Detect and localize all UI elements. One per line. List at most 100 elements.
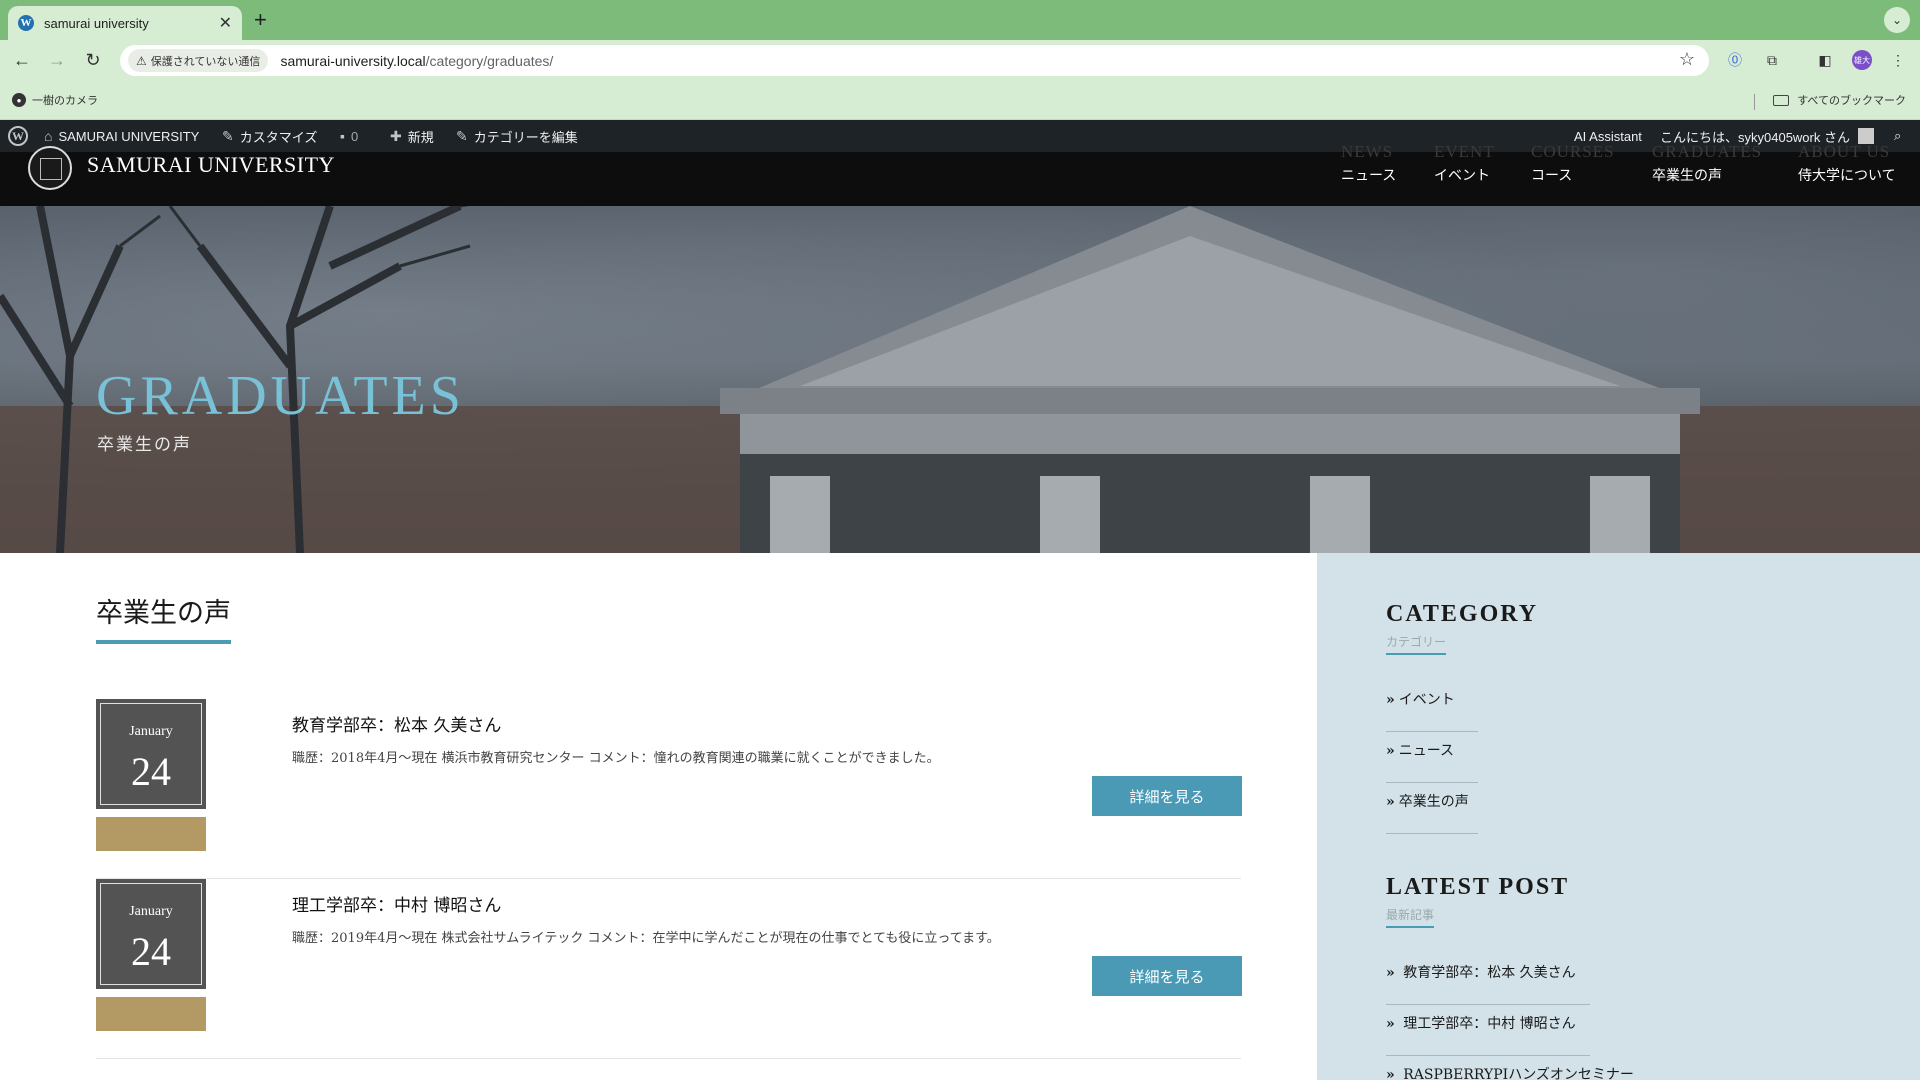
wp-admin-bar: W ⌂ SAMURAI UNIVERSITY ✎ カスタマイズ ▪ 0 ✚ 新規… (0, 120, 1920, 152)
nav-about-ja: 侍大学について (1798, 168, 1896, 184)
hero-subtitle: 卒業生の声 (97, 435, 192, 455)
chevron-right-icon: » (1386, 1016, 1395, 1032)
hero-title: GRADUATES (96, 365, 465, 427)
nav-courses-en: COURSES (1531, 142, 1615, 161)
post-title[interactable]: 教育学部卒：松本 久美さん (292, 711, 501, 736)
page-title: 卒業生の声 (96, 591, 231, 644)
admin-new-link[interactable]: ✚ 新規 (390, 120, 434, 152)
plus-icon: ✚ (390, 127, 402, 144)
sidebar-category-event[interactable]: » イベント (1386, 689, 1478, 732)
main-content: 卒業生の声 January 24 教育学部卒：松本 久美さん 職歴：2018年4… (0, 553, 1317, 1080)
site-name[interactable]: SAMURAI UNIVERSITY (87, 152, 335, 178)
sidebar-latest-post[interactable]: » RASPBERRYPIハンズオンセミナー (1386, 1064, 1686, 1080)
nav-news-ja: ニュース (1341, 168, 1397, 184)
post-date-box: January 24 (96, 699, 206, 809)
comment-icon: ▪ (340, 128, 345, 144)
url-host: samurai-university.local (280, 52, 426, 69)
tab-search-chevron-icon[interactable]: ⌄ (1884, 7, 1910, 33)
extensions-puzzle-icon[interactable]: ⧉ (1762, 50, 1782, 70)
security-chip[interactable]: ⚠ 保護されていない通信 (128, 49, 269, 72)
university-crest-logo[interactable] (28, 146, 72, 190)
pencil-icon: ✎ (456, 127, 468, 144)
warning-icon: ⚠ (136, 53, 147, 68)
category-label: 卒業生の声 (1398, 794, 1469, 810)
password-manager-icon[interactable]: ⓪ (1725, 50, 1745, 70)
post-title[interactable]: 理工学部卒：中村 博昭さん (292, 891, 501, 916)
bookmark-item[interactable]: ● 一樹のカメラ (12, 92, 98, 108)
bookmark-favicon-icon: ● (12, 93, 26, 107)
all-bookmarks-label: すべてのブックマーク (1797, 95, 1906, 107)
category-widget-subtitle: カテゴリー (1386, 633, 1447, 655)
admin-customize-link[interactable]: ✎ カスタマイズ (222, 120, 317, 152)
admin-site-name: SAMURAI UNIVERSITY (58, 128, 200, 144)
latest-post-label: 理工学部卒：中村 博昭さん (1403, 1016, 1576, 1032)
nav-news[interactable]: NEWS ニュース (1341, 142, 1396, 185)
post-date-month: January (129, 724, 173, 739)
bookmarks-bar: ● 一樹のカメラ すべてのブックマーク (0, 80, 1920, 120)
nav-courses[interactable]: COURSES コース (1531, 142, 1615, 185)
brush-icon: ✎ (222, 127, 234, 144)
more-menu-icon[interactable]: ⋮ (1888, 50, 1908, 70)
nav-graduates-en: GRADUATES (1652, 142, 1763, 161)
nav-event-ja: イベント (1434, 168, 1490, 184)
post-date-inner: January 24 (100, 883, 202, 985)
customize-label: カスタマイズ (239, 129, 318, 145)
nav-news-en: NEWS (1341, 142, 1394, 161)
latest-widget-subtitle: 最新記事 (1386, 906, 1435, 928)
sidebar: CATEGORY カテゴリー » イベント » ニュース » 卒業生の声 LATEST… (1317, 553, 1920, 1080)
url-text[interactable]: samurai-university.local/category/gradua… (280, 53, 553, 69)
nav-about[interactable]: ABOUT US 侍大学について (1798, 142, 1896, 185)
latest-post-label: RASPBERRYPIハンズオンセミナー (1403, 1067, 1634, 1080)
security-label: 保護されていない通信 (150, 55, 261, 68)
close-tab-icon[interactable]: ✕ (219, 13, 232, 33)
post-category-tag (96, 817, 206, 851)
wordpress-favicon-icon: W (18, 15, 34, 31)
new-tab-button[interactable]: + (254, 8, 267, 32)
post-date-day: 24 (131, 749, 171, 794)
nav-event-en: EVENT (1434, 142, 1495, 161)
nav-about-en: ABOUT US (1798, 142, 1891, 161)
side-panel-icon[interactable]: ◧ (1815, 50, 1835, 70)
wordpress-logo-icon: W (8, 126, 28, 146)
admin-site-link[interactable]: ⌂ SAMURAI UNIVERSITY (44, 120, 199, 152)
sidebar-category-news[interactable]: » ニュース (1386, 740, 1478, 783)
edit-category-label: カテゴリーを編集 (473, 129, 578, 145)
back-arrow-icon[interactable]: ← (10, 48, 34, 72)
sidebar-latest-post[interactable]: » 教育学部卒：松本 久美さん (1386, 962, 1590, 1005)
post-excerpt: 職歴：2019年4月～現在 株式会社サムライテック コメント：在学中に学んだこと… (292, 931, 1000, 946)
bookmark-star-icon[interactable]: ☆ (1679, 49, 1695, 70)
nav-graduates[interactable]: GRADUATES 卒業生の声 (1652, 142, 1762, 185)
chevron-right-icon: » (1386, 692, 1395, 708)
dashboard-icon: ⌂ (44, 128, 53, 144)
hero-banner: GRADUATES 卒業生の声 (0, 206, 1920, 553)
category-label: ニュース (1398, 743, 1455, 759)
wp-logo-menu[interactable]: W (8, 120, 28, 152)
chevron-right-icon: » (1386, 965, 1395, 981)
admin-edit-category-link[interactable]: ✎ カテゴリーを編集 (456, 120, 578, 152)
sidebar-category-graduates[interactable]: » 卒業生の声 (1386, 791, 1478, 834)
post-date-day: 24 (131, 929, 171, 974)
url-path: /category/graduates/ (425, 52, 554, 69)
reload-icon[interactable]: ↻ (81, 48, 105, 72)
address-bar[interactable]: ⚠ 保護されていない通信 samurai-university.local/ca… (120, 45, 1709, 76)
folder-icon (1773, 94, 1790, 106)
chevron-right-icon: » (1386, 794, 1395, 810)
nav-courses-ja: コース (1531, 168, 1573, 184)
forward-arrow-icon[interactable]: → (45, 48, 69, 72)
nav-event[interactable]: EVENT イベント (1434, 142, 1495, 185)
chevron-right-icon: » (1386, 1067, 1395, 1080)
post-date-inner: January 24 (100, 703, 202, 805)
category-label: イベント (1398, 692, 1455, 708)
read-more-button[interactable]: 詳細を見る (1092, 956, 1242, 996)
chevron-right-icon: » (1386, 743, 1395, 759)
all-bookmarks-button[interactable]: すべてのブックマーク (1773, 92, 1906, 108)
category-widget-title: CATEGORY (1386, 601, 1539, 627)
sidebar-latest-post[interactable]: » 理工学部卒：中村 博昭さん (1386, 1013, 1590, 1056)
browser-tab[interactable]: W samurai university ✕ (8, 6, 242, 40)
post-date-box: January 24 (96, 879, 206, 989)
read-more-button[interactable]: 詳細を見る (1092, 776, 1242, 816)
post-excerpt: 職歴：2018年4月～現在 横浜市教育研究センター コメント：憧れの教育関連の職… (292, 751, 940, 766)
site-header: SAMURAI UNIVERSITY NEWS ニュース EVENT イベント … (0, 142, 1920, 206)
admin-comments-link[interactable]: ▪ 0 (340, 120, 358, 152)
profile-avatar[interactable]: 雄大 (1852, 50, 1872, 70)
